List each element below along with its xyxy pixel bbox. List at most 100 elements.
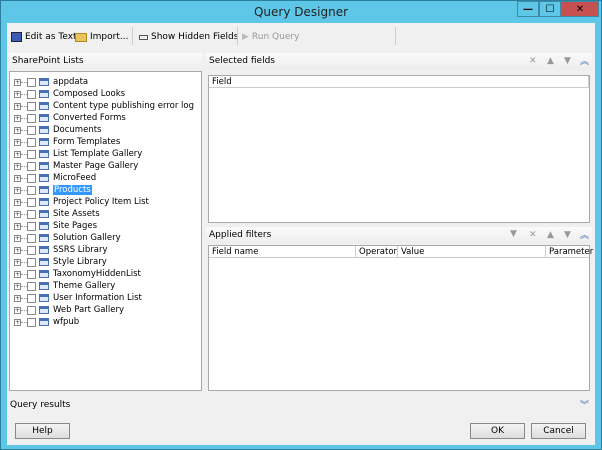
list-item-label: List Template Gallery (53, 149, 143, 159)
edit-as-text-button[interactable]: Edit as Text (11, 29, 77, 45)
list-checkbox[interactable] (27, 221, 36, 231)
move-up-icon[interactable]: ▲ (547, 230, 554, 240)
cancel-button[interactable]: Cancel (531, 423, 586, 439)
column-parameter[interactable]: Parameter (546, 246, 593, 258)
ok-button[interactable]: OK (470, 423, 525, 439)
expand-icon[interactable]: + (14, 126, 21, 134)
list-checkbox[interactable] (27, 77, 36, 87)
list-item[interactable]: + Composed Looks (14, 88, 125, 100)
list-checkbox[interactable] (27, 125, 36, 135)
window-title: Query Designer (253, 5, 349, 19)
move-up-icon[interactable]: ▲ (547, 56, 554, 66)
list-item[interactable]: + Solution Gallery (14, 232, 121, 244)
move-down-icon[interactable]: ▼ (564, 230, 571, 240)
list-item-label: Master Page Gallery (53, 161, 139, 171)
list-checkbox[interactable] (27, 101, 36, 111)
list-item[interactable]: + Web Part Gallery (14, 304, 124, 316)
show-hidden-fields-label: Show Hidden Fields (151, 32, 239, 42)
list-item[interactable]: + Products (14, 184, 92, 196)
list-checkbox[interactable] (27, 149, 36, 159)
expand-icon[interactable]: + (14, 258, 21, 266)
list-item[interactable]: + Content type publishing error log (14, 100, 194, 112)
expand-icon[interactable]: + (14, 270, 21, 278)
expand-icon[interactable]: + (14, 102, 21, 110)
list-item[interactable]: + Theme Gallery (14, 280, 115, 292)
list-checkbox[interactable] (27, 245, 36, 255)
sharepoint-lists-tree[interactable]: + appdata + Composed Looks + Content type pub… (9, 71, 202, 391)
list-item[interactable]: + Style Library (14, 256, 107, 268)
list-checkbox[interactable] (27, 317, 36, 327)
expand-icon[interactable]: + (14, 162, 21, 170)
list-item[interactable]: + MicroFeed (14, 172, 96, 184)
selected-fields-table[interactable]: Field (208, 75, 590, 223)
expand-icon[interactable]: + (14, 198, 21, 206)
list-checkbox[interactable] (27, 113, 36, 123)
expand-icon[interactable]: + (14, 246, 21, 254)
filter-icon[interactable]: ▼ (510, 229, 517, 239)
show-hidden-fields-button[interactable]: Show Hidden Fields (139, 29, 238, 45)
expand-icon[interactable]: + (14, 174, 21, 182)
expand-icon[interactable]: + (14, 150, 21, 158)
run-query-button[interactable]: ▶ Run Query (242, 29, 299, 45)
list-checkbox[interactable] (27, 257, 36, 267)
list-item[interactable]: + Master Page Gallery (14, 160, 138, 172)
collapse-icon[interactable]: ︽ (580, 54, 589, 67)
list-checkbox[interactable] (27, 197, 36, 207)
expand-icon[interactable]: + (14, 306, 21, 314)
dialog-client: Edit as Text Import... Show Hidden Field… (7, 23, 595, 445)
expand-icon[interactable]: + (14, 234, 21, 242)
delete-field-icon[interactable]: ✕ (529, 56, 537, 66)
expand-icon[interactable]: + (14, 222, 21, 230)
list-item[interactable]: + SSRS Library (14, 244, 108, 256)
list-item[interactable]: + Form Templates (14, 136, 120, 148)
expand-icon[interactable]: + (14, 186, 21, 194)
collapse-icon[interactable]: ︽ (580, 228, 589, 241)
list-icon (39, 78, 49, 86)
column-field-name[interactable]: Field name (209, 246, 356, 258)
maximize-button[interactable]: ☐ (539, 1, 561, 17)
list-checkbox[interactable] (27, 233, 36, 243)
list-checkbox[interactable] (27, 89, 36, 99)
delete-filter-icon[interactable]: ✕ (529, 230, 537, 240)
list-icon (39, 222, 49, 230)
expand-icon[interactable]: + (14, 318, 21, 326)
list-item[interactable]: + Documents (14, 124, 101, 136)
close-button[interactable]: ✕ (561, 1, 599, 17)
column-value[interactable]: Value (398, 246, 546, 258)
expand-icon[interactable]: + (14, 294, 21, 302)
expand-icon[interactable]: + (14, 78, 21, 86)
list-checkbox[interactable] (27, 137, 36, 147)
expand-icon[interactable]: + (14, 282, 21, 290)
list-item[interactable]: + User Information List (14, 292, 142, 304)
list-checkbox[interactable] (27, 269, 36, 279)
column-operator[interactable]: Operator (356, 246, 398, 258)
list-item-label: Documents (53, 125, 102, 135)
list-checkbox[interactable] (27, 305, 36, 315)
list-checkbox[interactable] (27, 185, 36, 195)
import-button[interactable]: Import... (75, 29, 128, 45)
expand-icon[interactable]: + (14, 138, 21, 146)
move-down-icon[interactable]: ▼ (564, 56, 571, 66)
list-item[interactable]: + Converted Forms (14, 112, 126, 124)
help-button[interactable]: Help (15, 423, 70, 439)
expand-results-icon[interactable]: ︾ (580, 398, 589, 411)
expand-icon[interactable]: + (14, 210, 21, 218)
column-field[interactable]: Field (209, 76, 589, 88)
list-checkbox[interactable] (27, 281, 36, 291)
expand-icon[interactable]: + (14, 114, 21, 122)
list-item[interactable]: + appdata (14, 76, 88, 88)
list-checkbox[interactable] (27, 293, 36, 303)
list-checkbox[interactable] (27, 173, 36, 183)
list-item[interactable]: + Site Assets (14, 208, 100, 220)
list-checkbox[interactable] (27, 161, 36, 171)
run-icon: ▶ (242, 32, 249, 42)
minimize-button[interactable]: — (517, 1, 539, 17)
list-item[interactable]: + Project Policy Item List (14, 196, 149, 208)
list-item[interactable]: + Site Pages (14, 220, 97, 232)
list-item[interactable]: + List Template Gallery (14, 148, 142, 160)
list-item[interactable]: + TaxonomyHiddenList (14, 268, 141, 280)
expand-icon[interactable]: + (14, 90, 21, 98)
applied-filters-table[interactable]: Field name Operator Value Parameter (208, 245, 593, 391)
list-item[interactable]: + wfpub (14, 316, 79, 328)
list-checkbox[interactable] (27, 209, 36, 219)
